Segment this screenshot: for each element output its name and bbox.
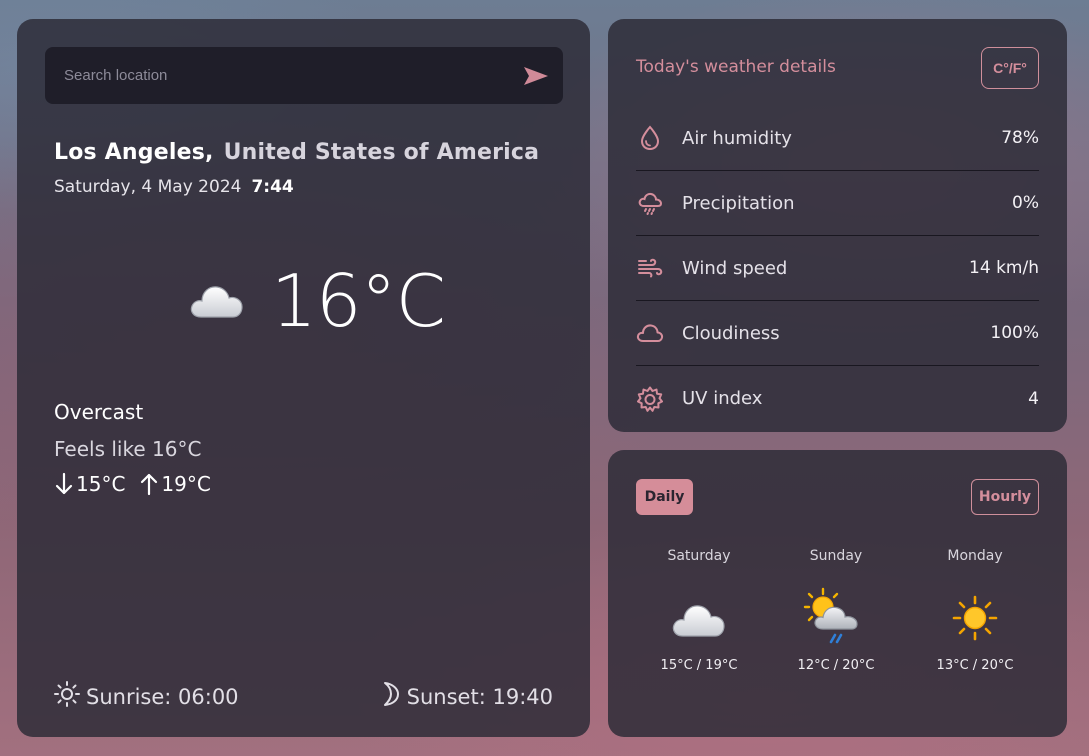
current-date: Saturday, 4 May 2024	[54, 177, 242, 197]
sunset-text: Sunset: 19:40	[406, 684, 553, 709]
unit-toggle-button[interactable]: C°/F°	[981, 47, 1039, 89]
forecast-range: 15°C / 19°C	[660, 658, 738, 673]
rain-cloud-icon	[636, 189, 664, 217]
tab-daily[interactable]: Daily	[636, 479, 693, 515]
forecast-day: Monday 13°C / 20°C	[915, 548, 1035, 673]
current-temperature: 16°C	[271, 259, 446, 343]
sunset-info: Sunset: 19:40	[379, 681, 553, 712]
sunrise-text: Sunrise: 06:00	[86, 684, 239, 709]
current-time: 7:44	[251, 177, 294, 197]
detail-label: Wind speed	[682, 257, 788, 279]
detail-row-wind: Wind speed 14 km/h	[636, 236, 1039, 301]
forecast-day-name: Saturday	[667, 548, 731, 564]
arrow-up-icon	[139, 472, 159, 496]
forecast-day: Saturday 15°C / 19°C	[639, 548, 759, 673]
forecast-day-name: Sunday	[809, 548, 863, 564]
current-temperature-block: 16°C	[189, 259, 446, 343]
cloud-icon	[639, 586, 759, 650]
detail-label: Air humidity	[682, 127, 792, 149]
detail-row-precipitation: Precipitation 0%	[636, 171, 1039, 236]
forecast-day: Sunday 12°C / 20°C	[776, 548, 896, 673]
country-name: United States of America	[223, 140, 540, 165]
detail-label: Precipitation	[682, 192, 795, 214]
sun-cloud-rain-icon	[776, 586, 896, 650]
detail-row-uv: UV index 4	[636, 366, 1039, 431]
forecast-panel: Daily Hourly Saturday 15°C / 19°C Sunday	[608, 450, 1067, 737]
sun-icon	[915, 586, 1035, 650]
sun-gear-icon	[636, 385, 664, 413]
condition-text: Overcast	[54, 400, 144, 424]
forecast-day-name: Monday	[947, 548, 1003, 564]
cloud-icon	[189, 277, 245, 325]
weather-details-panel: Today's weather details C°/F° Air humidi…	[608, 19, 1067, 432]
forecast-range: 12°C / 20°C	[797, 658, 875, 673]
details-title: Today's weather details	[636, 57, 836, 77]
send-icon[interactable]	[523, 65, 549, 87]
detail-row-cloudiness: Cloudiness 100%	[636, 301, 1039, 366]
moon-icon	[379, 681, 407, 712]
detail-value: 78%	[1001, 128, 1039, 148]
detail-value: 14 km/h	[969, 258, 1039, 278]
droplet-icon	[636, 124, 664, 152]
detail-label: UV index	[682, 388, 763, 409]
date-time: Saturday, 4 May 2024 7:44	[54, 177, 294, 197]
location-heading: Los Angeles, United States of America	[54, 140, 539, 165]
min-temperature: 15°C	[76, 472, 126, 496]
city-name: Los Angeles,	[54, 140, 214, 165]
wind-icon	[636, 254, 664, 282]
min-max-temperature: 15°C 19°C	[54, 472, 211, 496]
detail-row-humidity: Air humidity 78%	[636, 106, 1039, 171]
tab-hourly[interactable]: Hourly	[971, 479, 1039, 515]
detail-value: 100%	[990, 323, 1039, 343]
detail-value: 0%	[1012, 193, 1039, 213]
detail-label: Cloudiness	[682, 322, 780, 344]
sun-icon	[54, 681, 86, 712]
max-temperature: 19°C	[161, 472, 211, 496]
feels-like-text: Feels like 16°C	[54, 437, 202, 461]
arrow-down-icon	[54, 472, 74, 496]
detail-value: 4	[1028, 388, 1039, 409]
search-input[interactable]	[64, 67, 523, 84]
cloud-icon	[636, 319, 664, 347]
current-weather-panel: Los Angeles, United States of America Sat…	[17, 19, 590, 737]
sunrise-info: Sunrise: 06:00	[54, 681, 239, 712]
forecast-range: 13°C / 20°C	[936, 658, 1014, 673]
search-bar	[45, 47, 563, 104]
